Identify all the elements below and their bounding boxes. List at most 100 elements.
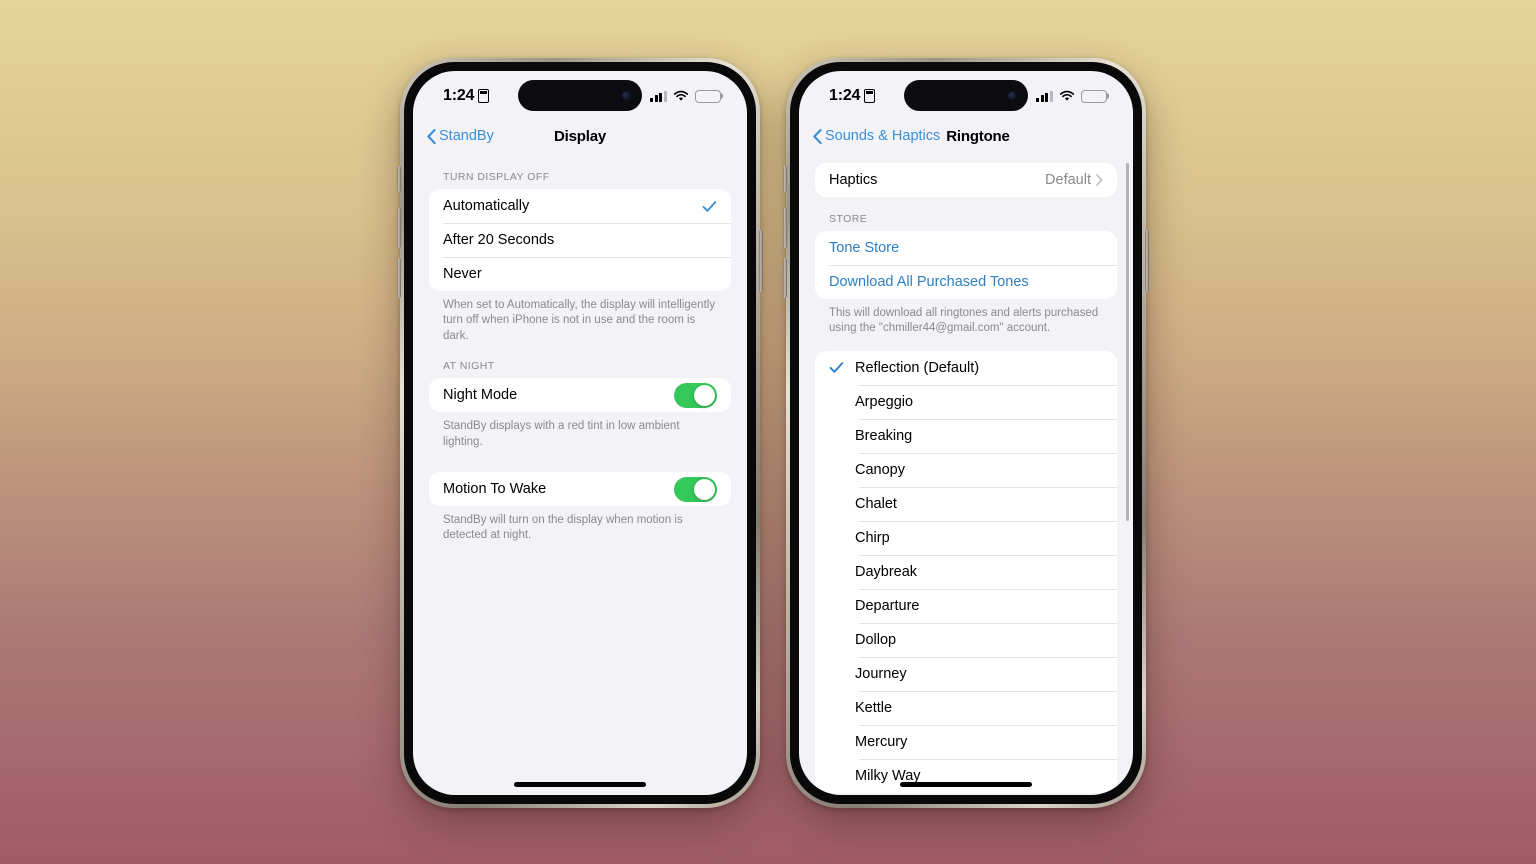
nav-bar-right: Sounds & Haptics Ringtone [799, 117, 1133, 155]
ringtone-label: Daybreak [855, 563, 918, 580]
screen-right: 1:24 Sounds & Haptics Ringtone Haptics D… [799, 71, 1133, 795]
checkmark-icon [702, 200, 717, 212]
power-button-right[interactable] [1145, 230, 1149, 292]
alarm-badge-icon [864, 89, 876, 103]
row-tone-store[interactable]: Tone Store [815, 231, 1117, 265]
ringtone-row[interactable]: Journey [815, 656, 1117, 691]
haptics-value: Default [1045, 172, 1091, 188]
wifi-icon [673, 90, 689, 101]
chevron-left-icon [813, 128, 822, 144]
row-motion-to-wake[interactable]: Motion To Wake [429, 472, 731, 506]
wifi-icon [1059, 90, 1075, 101]
turn-display-off-card: Automatically After 20 Seconds Never [429, 189, 731, 291]
cellular-signal-icon [650, 90, 667, 102]
status-time-right: 1:24 [829, 83, 876, 105]
motion-to-wake-toggle[interactable] [674, 476, 717, 502]
ringtone-label: Departure [855, 597, 920, 614]
volume-down-button-left[interactable] [397, 258, 401, 298]
ringtone-row[interactable]: Chalet [815, 486, 1117, 521]
volume-up-button-left[interactable] [397, 208, 401, 248]
iphone-device-left: 1:24 StandBy Display TURN DISPLAY OFF Au… [397, 58, 763, 808]
iphone-device-right: 1:24 Sounds & Haptics Ringtone Haptics D… [783, 58, 1149, 808]
store-card: Tone Store Download All Purchased Tones [815, 231, 1117, 299]
footnote-motion-to-wake: StandBy will turn on the display when mo… [443, 514, 683, 542]
footnote-night-mode: StandBy displays with a red tint in low … [443, 420, 680, 448]
ringtone-row[interactable]: Dollop [815, 622, 1117, 657]
scroll-indicator-right[interactable] [1126, 163, 1129, 521]
volume-up-button-right[interactable] [783, 208, 787, 248]
ringtone-label: Breaking [855, 427, 913, 444]
back-button-sounds-haptics[interactable]: Sounds & Haptics [813, 128, 940, 144]
option-after-20-seconds-label: After 20 Seconds [443, 232, 555, 248]
ringtone-label: Chalet [855, 495, 897, 512]
option-never[interactable]: Never [429, 257, 731, 291]
page-title-ringtone: Ringtone [946, 127, 1010, 145]
device-bezel-right: 1:24 Sounds & Haptics Ringtone Haptics D… [790, 62, 1142, 804]
volume-down-button-right[interactable] [783, 258, 787, 298]
ringtone-row[interactable]: Departure [815, 588, 1117, 623]
back-button-label: Sounds & Haptics [825, 128, 941, 144]
row-download-all-purchased-tones[interactable]: Download All Purchased Tones [815, 265, 1117, 299]
action-button-left[interactable] [397, 166, 401, 192]
download-all-purchased-tones-label: Download All Purchased Tones [829, 274, 1029, 290]
ringtone-label: Canopy [855, 461, 905, 478]
ringtone-row[interactable]: Canopy [815, 452, 1117, 487]
ringtone-row[interactable]: Daybreak [815, 554, 1117, 589]
night-mode-label: Night Mode [443, 387, 518, 404]
settings-content-left: TURN DISPLAY OFF Automatically After 20 … [413, 155, 747, 795]
option-automatically-label: Automatically [443, 198, 530, 214]
ringtone-row[interactable]: Reflection (Default) [815, 351, 1117, 385]
ringtone-row[interactable]: Chirp [815, 520, 1117, 555]
front-camera-icon [622, 91, 631, 100]
status-time-left: 1:24 [443, 83, 490, 105]
settings-content-right: Haptics Default STORE Tone Store Downloa… [799, 155, 1133, 795]
tone-store-label: Tone Store [829, 240, 900, 256]
motion-to-wake-label: Motion To Wake [443, 481, 547, 498]
night-mode-card: Night Mode [429, 378, 731, 413]
ringtone-row[interactable]: Kettle [815, 690, 1117, 725]
status-bar-left: 1:24 [413, 71, 747, 117]
footnote-store: This will download all ringtones and ale… [829, 307, 1099, 335]
status-icons-left [650, 86, 721, 103]
back-button-standby[interactable]: StandBy [427, 128, 494, 144]
option-after-20-seconds[interactable]: After 20 Seconds [429, 223, 731, 257]
checkmark-icon [829, 360, 855, 375]
footnote-turn-display-off: When set to Automatically, the display w… [443, 299, 716, 342]
chevron-left-icon [427, 128, 436, 144]
motion-to-wake-card: Motion To Wake [429, 472, 731, 507]
night-mode-toggle[interactable] [674, 382, 717, 408]
section-header-at-night: AT NIGHT [443, 360, 495, 373]
nav-bar-left: StandBy Display [413, 117, 747, 155]
row-haptics[interactable]: Haptics Default [815, 163, 1117, 197]
status-bar-right: 1:24 [799, 71, 1133, 117]
haptics-card: Haptics Default [815, 163, 1117, 197]
ringtone-label: Chirp [855, 529, 890, 546]
ringtone-row[interactable]: Mercury [815, 724, 1117, 759]
power-button-left[interactable] [759, 230, 763, 292]
status-icons-right [1036, 86, 1107, 103]
ringtone-row[interactable]: Milky Way [815, 758, 1117, 793]
status-time-text: 1:24 [443, 87, 475, 104]
dynamic-island-right [904, 80, 1028, 111]
action-button-right[interactable] [783, 166, 787, 192]
row-night-mode[interactable]: Night Mode [429, 378, 731, 412]
ringtone-label: Mercury [855, 733, 908, 750]
home-indicator-right[interactable] [900, 782, 1032, 787]
option-never-label: Never [443, 266, 482, 282]
device-bezel-left: 1:24 StandBy Display TURN DISPLAY OFF Au… [404, 62, 756, 804]
ringtone-label: Kettle [855, 699, 893, 716]
status-time-text: 1:24 [829, 87, 861, 104]
section-header-store: STORE [829, 213, 868, 225]
battery-icon [1081, 89, 1107, 103]
ringtone-row[interactable]: Arpeggio [815, 384, 1117, 419]
back-button-label: StandBy [439, 128, 494, 144]
screen-left: 1:24 StandBy Display TURN DISPLAY OFF Au… [413, 71, 747, 795]
dynamic-island-left [518, 80, 642, 111]
ringtone-label: Journey [855, 665, 907, 682]
cellular-signal-icon [1036, 90, 1053, 102]
option-automatically[interactable]: Automatically [429, 189, 731, 223]
ringtone-row[interactable]: Breaking [815, 418, 1117, 453]
battery-icon [695, 89, 721, 103]
home-indicator-left[interactable] [514, 782, 646, 787]
alarm-badge-icon [478, 89, 490, 103]
